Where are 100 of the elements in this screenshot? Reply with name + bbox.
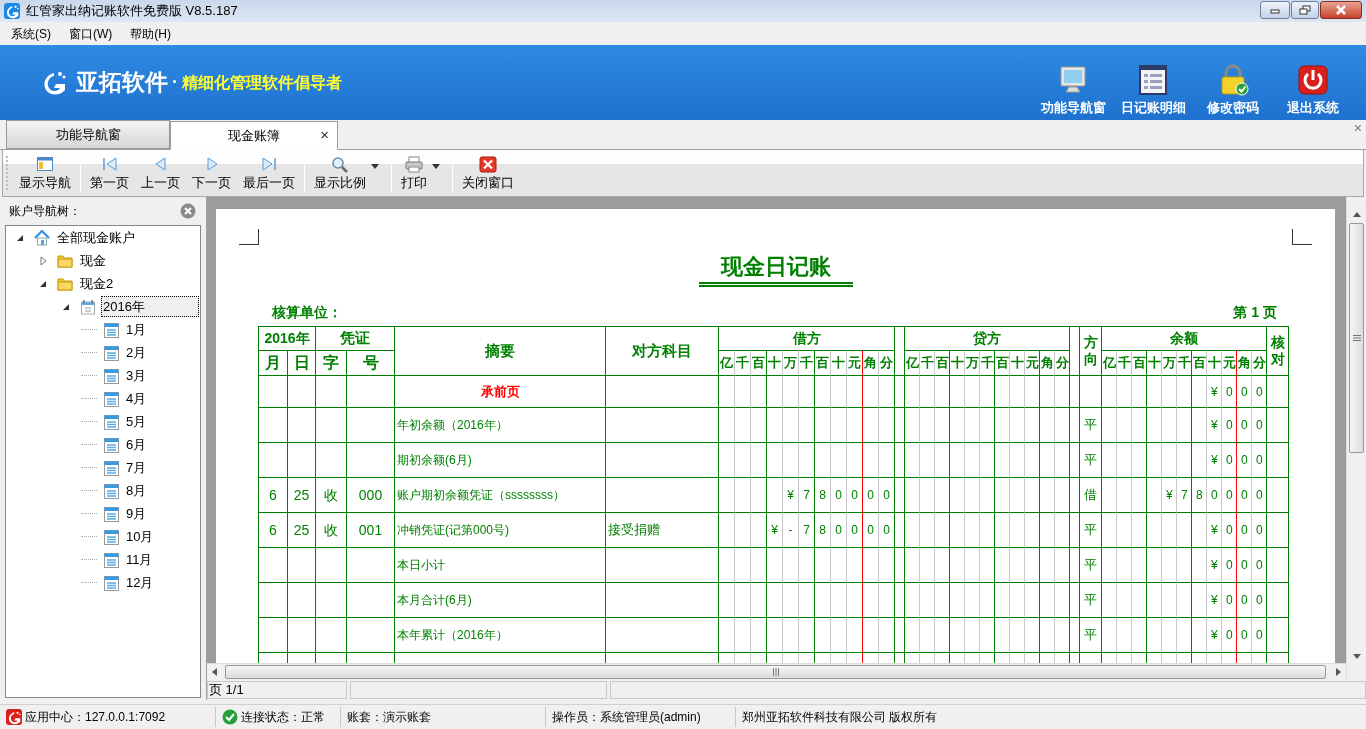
- tree-item[interactable]: 10月: [124, 526, 156, 547]
- close-icon[interactable]: [180, 203, 196, 219]
- toolbar-button[interactable]: 显示导航: [13, 151, 77, 195]
- digit-cell: 8: [814, 512, 830, 547]
- unit-header: 十: [1206, 350, 1222, 375]
- restore-button[interactable]: [1291, 1, 1319, 19]
- digit-cell: 0: [1236, 407, 1252, 442]
- column-header: 凭证: [315, 326, 394, 350]
- close-button[interactable]: ×: [320, 127, 329, 143]
- grip-icon: [771, 668, 780, 676]
- document-icon: [103, 436, 119, 453]
- folder-icon: [57, 275, 73, 292]
- tree-item[interactable]: 2月: [124, 342, 149, 363]
- tree-item[interactable]: 5月: [124, 411, 149, 432]
- digit-cell: 0: [862, 477, 878, 512]
- status-text: 连接状态：正常: [241, 709, 325, 726]
- horizontal-scrollbar[interactable]: [207, 663, 1346, 680]
- menu-item[interactable]: 系统(S): [10, 24, 52, 43]
- tree-item[interactable]: 1月: [124, 319, 149, 340]
- column-header: 核对: [1266, 326, 1289, 375]
- status-text: 操作员：系统管理员(admin): [552, 709, 701, 726]
- document-icon: [103, 574, 119, 591]
- table-cell: 平: [1079, 617, 1102, 652]
- toolbar-button[interactable]: 关闭窗口: [456, 151, 520, 195]
- tree-item[interactable]: 12月: [124, 572, 156, 593]
- table-cell: 25: [287, 512, 315, 547]
- table-cell: 平: [1079, 547, 1102, 582]
- unit-header: 百: [994, 350, 1010, 375]
- unit-header: 千: [734, 350, 750, 375]
- banner-button[interactable]: 修改密码: [1193, 63, 1273, 117]
- tab[interactable]: 现金账簿 ×: [170, 121, 338, 150]
- unit-header: 十: [949, 350, 965, 375]
- digit-cell: 0: [1251, 512, 1267, 547]
- column-header: 字: [315, 350, 346, 375]
- digit-cell: 0: [1206, 477, 1222, 512]
- tree-item[interactable]: 3月: [124, 365, 149, 386]
- check-icon: [222, 709, 238, 725]
- unit-header: 千: [1116, 350, 1132, 375]
- tree-item[interactable]: 现金: [78, 250, 108, 271]
- window-title: 红管家出纳记账软件免费版 V8.5.187: [26, 2, 238, 21]
- toolbar-button[interactable]: 下一页: [186, 151, 237, 195]
- minimize-button[interactable]: [1260, 1, 1290, 19]
- digit-cell: ¥: [1206, 547, 1222, 582]
- unit-header: 千: [1176, 350, 1192, 375]
- tab[interactable]: 功能导航窗: [6, 120, 170, 149]
- menu-item[interactable]: 帮助(H): [129, 24, 172, 43]
- status-text: 郑州亚拓软件科技有限公司 版权所有: [742, 709, 938, 726]
- scrollbar-thumb[interactable]: [1349, 223, 1364, 453]
- table-cell: 期初余额(6月): [394, 442, 605, 477]
- banner-button[interactable]: 功能导航窗: [1033, 63, 1113, 117]
- digit-cell: ¥: [1206, 442, 1222, 477]
- tree-item[interactable]: 8月: [124, 480, 149, 501]
- tree-item[interactable]: 9月: [124, 503, 149, 524]
- first-page-icon: [100, 156, 119, 173]
- toolbar-button[interactable]: 上一页: [135, 151, 186, 195]
- tree-item[interactable]: 2016年: [101, 296, 199, 317]
- unit-header: 十: [1146, 350, 1162, 375]
- close-button[interactable]: ×: [1353, 121, 1362, 135]
- scrollbar-thumb[interactable]: [225, 665, 1326, 679]
- unit-label: 核算单位：: [272, 303, 342, 322]
- close-window-icon: [479, 156, 497, 173]
- digit-cell: 7: [1176, 477, 1192, 512]
- menu-item[interactable]: 窗口(W): [68, 24, 114, 43]
- column-header: 余额: [1101, 326, 1267, 350]
- toolbar-button[interactable]: 显示比例: [308, 151, 388, 195]
- tree-item[interactable]: 4月: [124, 388, 149, 409]
- toolbar-button[interactable]: 最后一页: [237, 151, 301, 195]
- table-cell: 平: [1079, 512, 1102, 547]
- digit-cell: 0: [1221, 547, 1237, 582]
- toolbar-button[interactable]: 第一页: [84, 151, 135, 195]
- digit-cell: 0: [1221, 477, 1237, 512]
- unit-header: 亿: [718, 350, 734, 375]
- banner-button[interactable]: 日记账明细: [1113, 63, 1193, 117]
- tree-item[interactable]: 11月: [124, 549, 155, 570]
- close-icon: [1334, 5, 1348, 15]
- caret-icon[interactable]: [368, 161, 382, 171]
- caret-icon[interactable]: [429, 161, 443, 171]
- table-cell: 25: [287, 477, 315, 512]
- table-cell: 6: [258, 512, 287, 547]
- digit-cell: ¥: [1206, 617, 1222, 652]
- house-icon: [34, 229, 50, 246]
- unit-header: 亿: [1101, 350, 1117, 375]
- app-icon: [4, 3, 20, 19]
- printer-icon: [405, 156, 423, 173]
- page-number: 第 1 页: [1233, 303, 1277, 322]
- unit-header: 百: [934, 350, 950, 375]
- banner-button[interactable]: 退出系统: [1273, 63, 1353, 117]
- document-icon: [103, 482, 119, 499]
- close-button[interactable]: [1320, 1, 1362, 19]
- tree-item[interactable]: 全部现金账户: [55, 227, 137, 248]
- list-icon: [1137, 63, 1169, 96]
- digit-cell: 0: [878, 477, 895, 512]
- table-cell: 6: [258, 477, 287, 512]
- tree-item[interactable]: 7月: [124, 457, 149, 478]
- vertical-scrollbar[interactable]: [1346, 197, 1366, 680]
- tree-item[interactable]: 6月: [124, 434, 149, 455]
- toolbar-button[interactable]: 打印: [395, 151, 449, 195]
- digit-cell: 0: [830, 477, 846, 512]
- digit-cell: ¥: [1206, 375, 1222, 407]
- tree-item[interactable]: 现金2: [78, 273, 116, 294]
